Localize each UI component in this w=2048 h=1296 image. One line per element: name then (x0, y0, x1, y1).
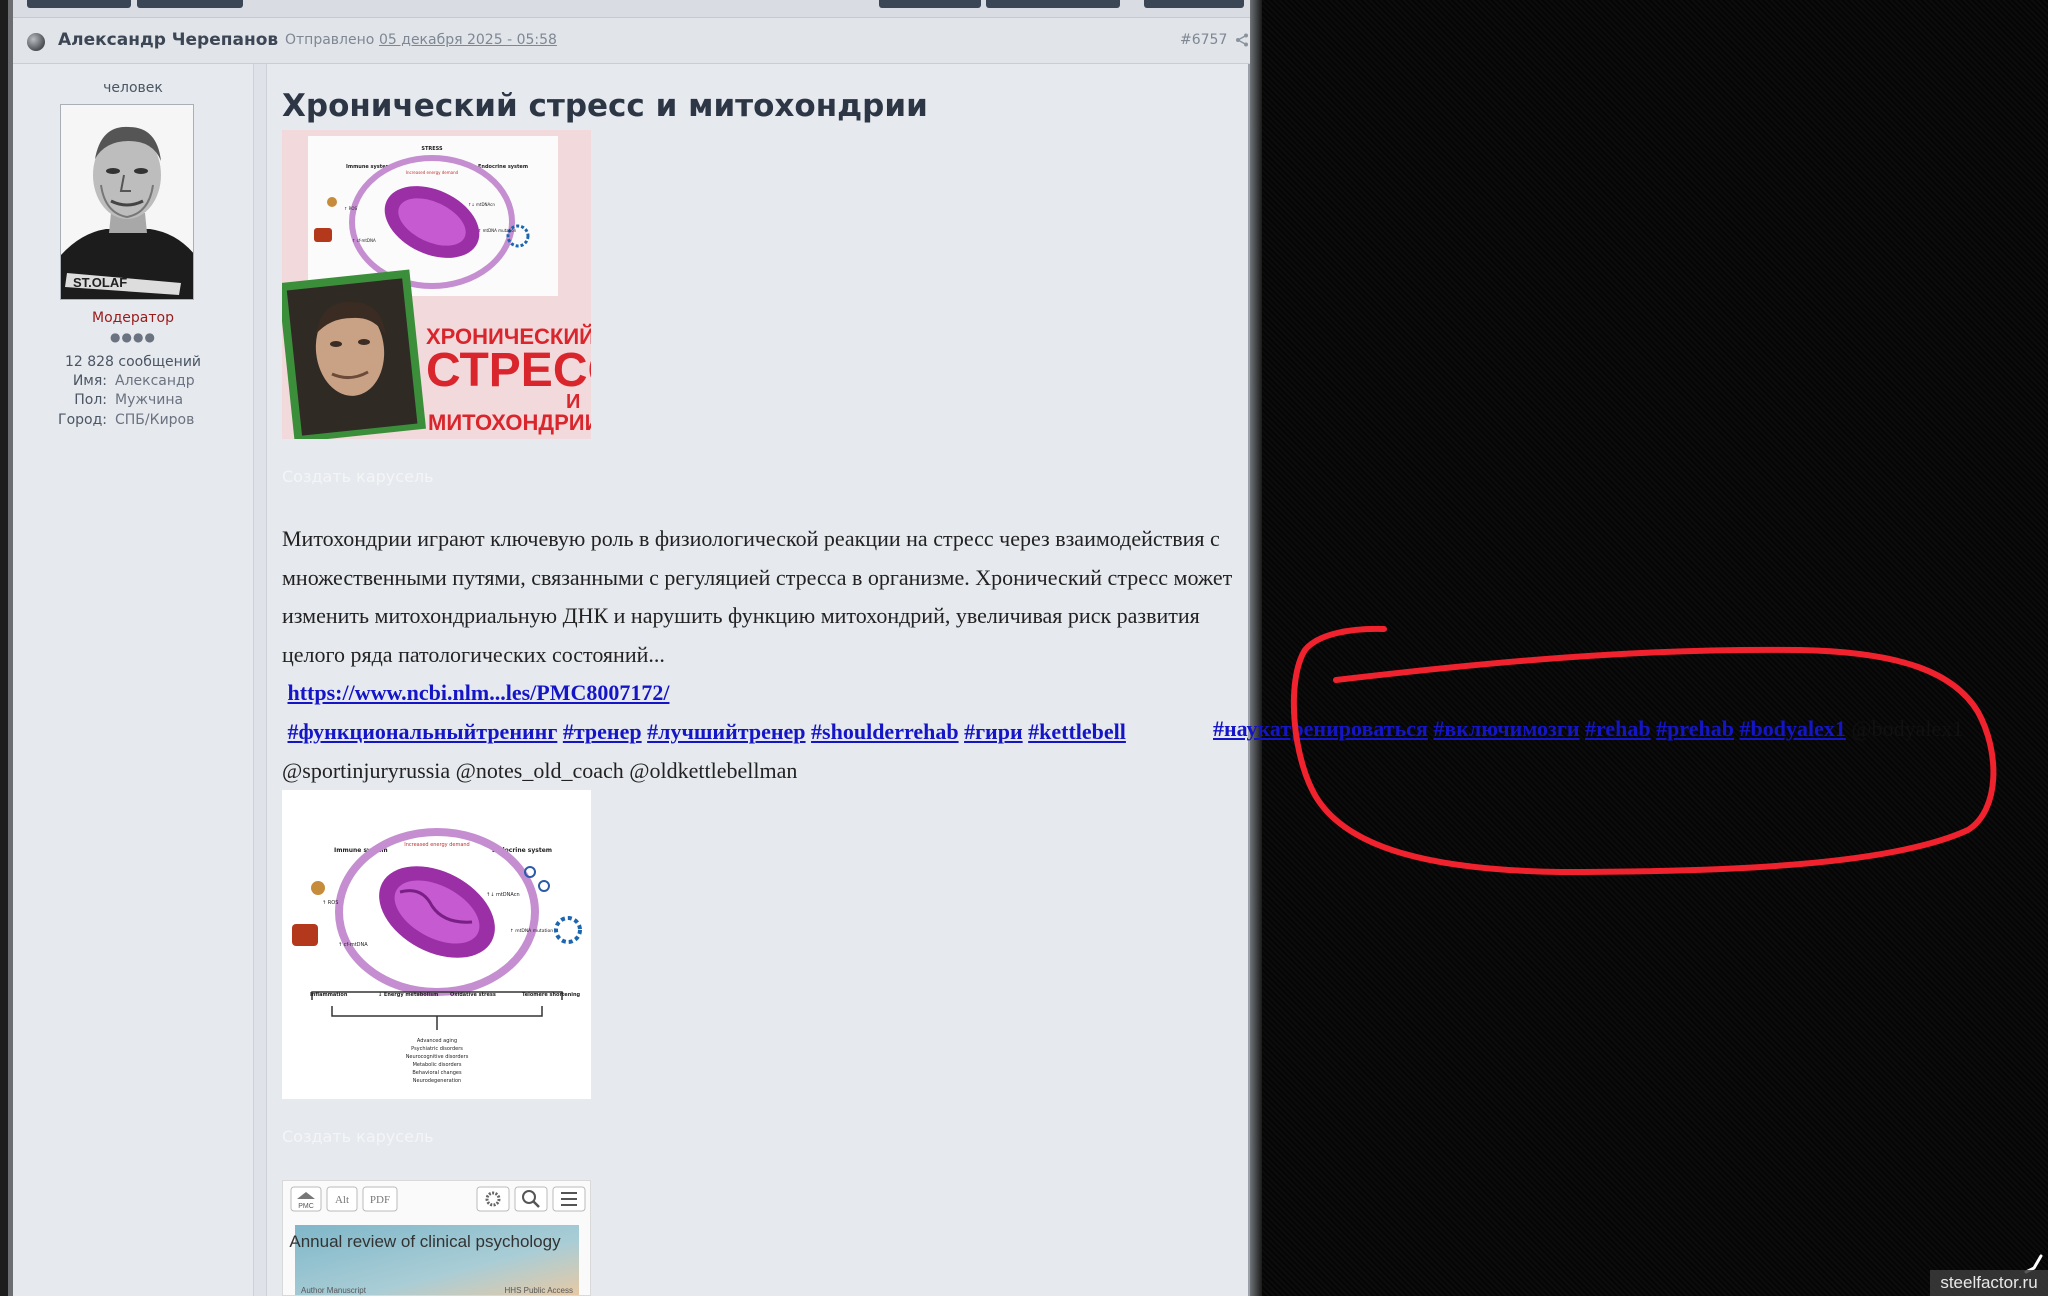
oxidative-label: Oxidative stress (450, 992, 496, 998)
diagram-mtdnacn-label: ↑↓ mtDNAcn (468, 202, 495, 207)
hashtag-link[interactable]: #лучшийтренер (647, 719, 805, 744)
info-key: Пол: (74, 392, 107, 408)
mentions-line: @sportinjuryrussia @notes_old_coach @old… (282, 757, 798, 783)
energy-label: ↓ Energy metabolism (378, 992, 438, 998)
top-nav-button-5[interactable] (1144, 0, 1244, 8)
info-value: Мужчина (115, 392, 184, 408)
hashtag-link[interactable]: #включимозги (1433, 716, 1579, 741)
post-title: Хронический стресс и митохондрии (282, 88, 928, 124)
top-nav-strip (13, 0, 1250, 18)
hashtag-link[interactable]: #rehab (1585, 716, 1651, 741)
top-nav-button-3[interactable] (879, 0, 981, 8)
post-image-diagram[interactable]: STRESS Immune system Endocrine system In… (282, 790, 591, 1099)
outcome-label: Advanced aging (417, 1038, 457, 1044)
user-role: Модератор (91, 310, 174, 326)
info-key: Город: (58, 412, 107, 428)
hhs-label: HHS Public Access (505, 1286, 573, 1295)
avatar[interactable]: ST.OLAF (60, 104, 194, 300)
pmc-label: PMC (298, 1203, 314, 1210)
ros-label: ↑ ROS (322, 900, 338, 906)
rank-dots: ●●●● (110, 330, 156, 344)
hashtag-link[interactable]: #тренер (563, 719, 642, 744)
hashtag-line: #функциональныйтренинг #тренер #лучшийтр… (282, 713, 1242, 752)
svg-text:ST.OLAF: ST.OLAF (73, 275, 127, 290)
journal-title: Annual review of clinical psychology (289, 1232, 561, 1251)
user-title: человек (103, 80, 163, 96)
watermark: steelfactor.ru (1930, 1270, 2048, 1296)
diagram-ros-label: ↑ ROS (344, 206, 358, 211)
post-body: Митохондрии играют ключевую роль в физио… (282, 520, 1242, 790)
hashtag-link[interactable]: #kettlebell (1028, 719, 1126, 744)
info-value: СПБ/Киров (115, 412, 195, 428)
create-carousel-link-2[interactable]: Создать карусель (282, 1127, 434, 1146)
outcome-label: Neurocognitive disorders (406, 1054, 469, 1060)
post-paragraph: Митохондрии играют ключевую роль в физио… (282, 526, 1233, 667)
hashtag-link[interactable]: #prehab (1656, 716, 1734, 741)
message-count[interactable]: 12 828 сообщений (13, 354, 253, 370)
overflow-mention: @bodyalex1 (1851, 716, 1964, 741)
diagram-endocrine-label: Endocrine system (478, 164, 528, 170)
diagram-mutation-label: ↑ mtDNA mutation (478, 228, 517, 233)
cover-line4: МИТОХОНДРИИ (428, 410, 591, 435)
author-name-link[interactable]: Александр Черепанов (58, 30, 278, 50)
cover-line2: СТРЕСС (426, 344, 591, 397)
mtdnacn-label: ↑↓ mtDNAcn (486, 892, 520, 898)
demand-label: Increased energy demand (404, 842, 469, 848)
sidebar-divider (253, 64, 267, 1296)
telomere-label: Telomere shortening (522, 992, 581, 998)
outcome-label: Metabolic disorders (413, 1062, 462, 1068)
overflow-hashtags: #наукатренироваться #включимозги #rehab … (1213, 716, 1963, 742)
post-image-cover[interactable]: STRESS Immune system Endocrine system In… (282, 130, 591, 439)
inflammation-label: Inflammation (310, 992, 348, 998)
info-key: Имя: (72, 373, 107, 389)
cfmtdna-label: ↑ cf-mtDNA (338, 942, 368, 948)
post-date-link[interactable]: 05 декабря 2025 - 05:58 (379, 32, 557, 48)
pdf-label: PDF (370, 1194, 390, 1206)
share-icon[interactable] (1235, 33, 1249, 47)
hashtag-link[interactable]: #bodyalex1 (1740, 716, 1846, 741)
hashtag-link[interactable]: #наукатренироваться (1213, 716, 1428, 741)
diagram-cfmtdna-label: ↑ cf-mtDNA (352, 238, 376, 243)
pmc-article-link[interactable]: https://www.ncbi.nlm...les/PMC8007172/ (288, 680, 670, 705)
top-nav-button-1[interactable] (27, 0, 131, 8)
mutation-label: ↑ mtDNA mutation (510, 928, 553, 934)
user-sidebar: человек ST.OLAF Модератор ●●●● 12 828 со… (13, 64, 253, 1296)
post-image-pmc-article[interactable]: PMC Alt PDF Annual review of clinical ps… (282, 1180, 591, 1296)
diagram-stress-label: STRESS (421, 146, 443, 152)
hashtag-link[interactable]: #shoulderrehab (811, 719, 959, 744)
hashtag-link[interactable]: #функциональныйтренинг (288, 719, 558, 744)
author-manuscript-label: Author Manuscript (301, 1286, 367, 1295)
top-nav-button-2[interactable] (137, 0, 243, 8)
post-header: Александр Черепанов Отправлено 05 декабр… (13, 18, 1250, 64)
alt-label: Alt (335, 1194, 349, 1206)
sent-label: Отправлено (285, 32, 375, 48)
info-value: Александр (115, 373, 195, 389)
offline-status-icon (27, 33, 45, 51)
create-carousel-link-1[interactable]: Создать карусель (282, 467, 434, 486)
outcome-label: Behavioral changes (412, 1070, 462, 1076)
hashtag-link[interactable]: #гири (964, 719, 1023, 744)
top-nav-button-4[interactable] (986, 0, 1120, 8)
diagram-demand-label: Increased energy demand (406, 170, 459, 175)
outcome-label: Psychiatric disorders (411, 1046, 463, 1052)
post-number-link[interactable]: #6757 (1180, 32, 1227, 48)
forum-page: Александр Черепанов Отправлено 05 декабр… (13, 0, 1250, 1296)
outcome-label: Neurodegeneration (413, 1078, 461, 1084)
page-shadow (1250, 0, 1262, 1296)
